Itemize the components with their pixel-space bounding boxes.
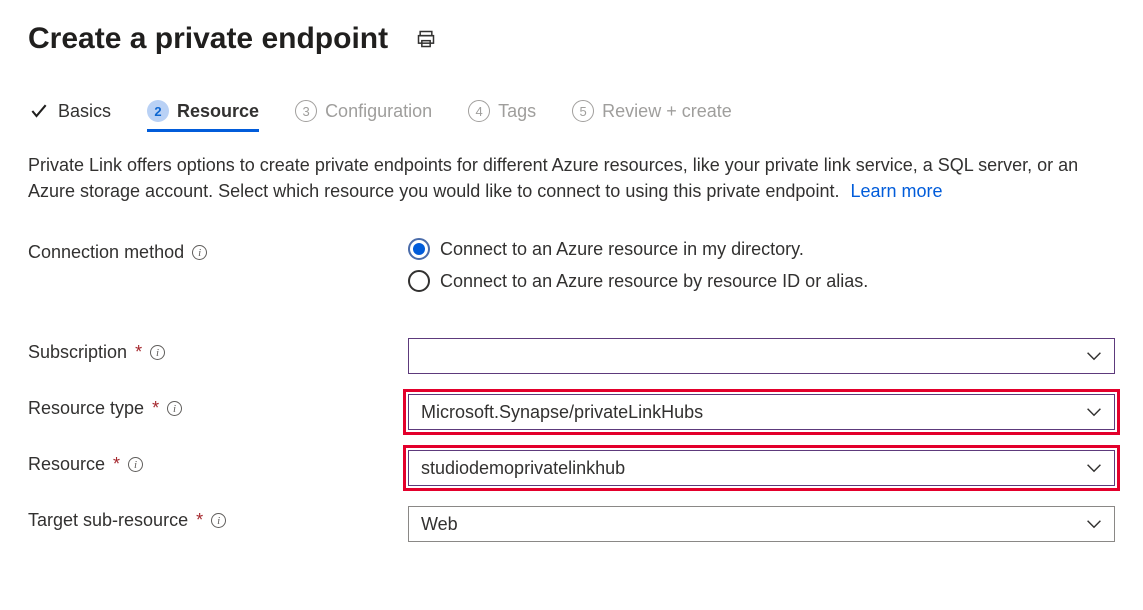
subscription-dropdown[interactable] [408,338,1115,374]
step-number: 5 [572,100,594,122]
tab-configuration[interactable]: 3 Configuration [295,96,432,132]
required-indicator: * [113,454,120,475]
required-indicator: * [152,398,159,419]
tab-review-create[interactable]: 5 Review + create [572,96,732,132]
dropdown-value: Web [421,514,458,535]
tab-resource[interactable]: 2 Resource [147,96,259,132]
chevron-down-icon [1086,351,1102,361]
info-icon[interactable]: i [167,401,182,416]
radio-option-resource-id[interactable]: Connect to an Azure resource by resource… [408,270,1115,292]
info-icon[interactable]: i [211,513,226,528]
chevron-down-icon [1086,519,1102,529]
step-number: 3 [295,100,317,122]
chevron-down-icon [1086,463,1102,473]
print-icon[interactable] [416,29,436,49]
resource-type-label: Resource type [28,398,144,419]
resource-type-dropdown[interactable]: Microsoft.Synapse/privateLinkHubs [408,394,1115,430]
tab-label-configuration: Configuration [325,101,432,122]
check-icon [28,100,50,122]
resource-dropdown[interactable]: studiodemoprivatelinkhub [408,450,1115,486]
info-icon[interactable]: i [150,345,165,360]
radio-unchecked-icon [408,270,430,292]
tab-label-tags: Tags [498,101,536,122]
step-number: 2 [147,100,169,122]
target-sub-resource-dropdown[interactable]: Web [408,506,1115,542]
chevron-down-icon [1086,407,1102,417]
page-title: Create a private endpoint [28,22,388,56]
radio-checked-icon [408,238,430,260]
dropdown-value: Microsoft.Synapse/privateLinkHubs [421,402,703,423]
required-indicator: * [135,342,142,363]
step-number: 4 [468,100,490,122]
tab-label-review: Review + create [602,101,732,122]
dropdown-value: studiodemoprivatelinkhub [421,458,625,479]
tab-description: Private Link offers options to create pr… [28,152,1115,204]
info-icon[interactable]: i [128,457,143,472]
connection-method-label: Connection method [28,242,184,263]
radio-label: Connect to an Azure resource in my direc… [440,239,804,260]
tab-label-resource: Resource [177,101,259,122]
info-icon[interactable]: i [192,245,207,260]
tab-tags[interactable]: 4 Tags [468,96,536,132]
radio-option-directory[interactable]: Connect to an Azure resource in my direc… [408,238,1115,260]
subscription-label: Subscription [28,342,127,363]
resource-label: Resource [28,454,105,475]
target-sub-resource-label: Target sub-resource [28,510,188,531]
tab-label-basics: Basics [58,101,111,122]
required-indicator: * [196,510,203,531]
radio-label: Connect to an Azure resource by resource… [440,271,868,292]
tab-basics[interactable]: Basics [28,96,111,132]
wizard-tabs: Basics 2 Resource 3 Configuration 4 Tags… [28,96,1115,132]
learn-more-link[interactable]: Learn more [850,181,942,201]
